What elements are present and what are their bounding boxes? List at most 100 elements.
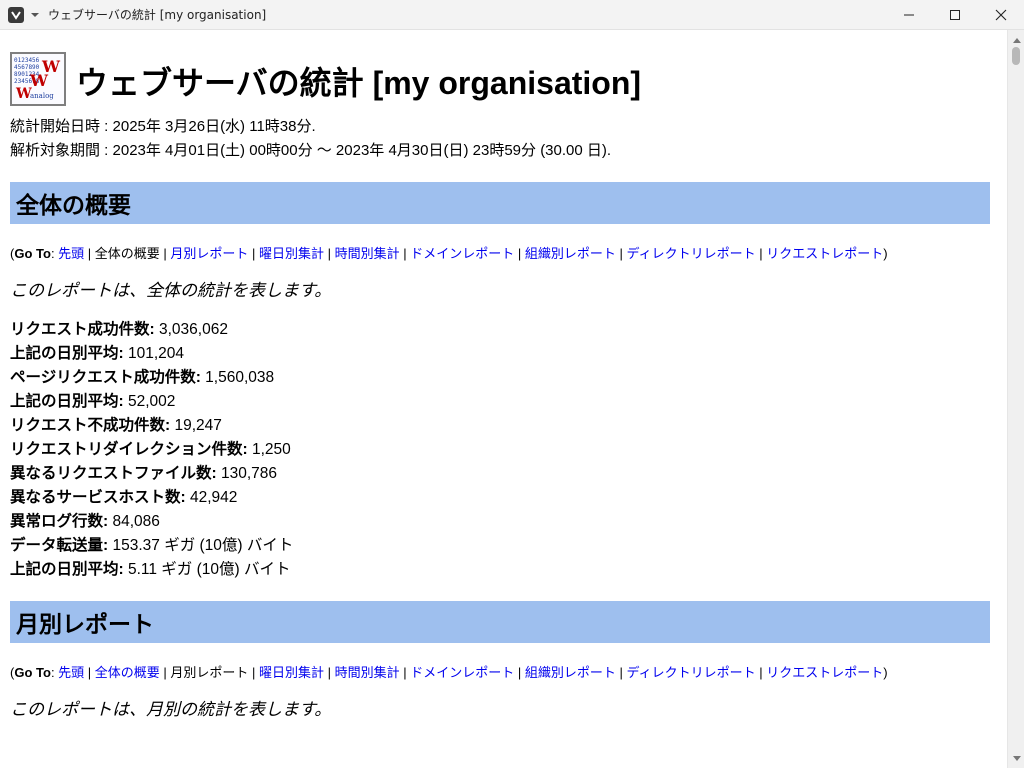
- stat-row: 異なるサービスホスト数: 42,942: [10, 486, 990, 510]
- goto-link-8[interactable]: リクエストレポート: [766, 665, 883, 680]
- chevron-down-icon[interactable]: [28, 8, 42, 22]
- goto-separator: |: [514, 246, 525, 261]
- goto-link-4[interactable]: 時間別集計: [335, 665, 400, 680]
- section-heading-monthly: 月別レポート: [10, 601, 990, 643]
- svg-text:0123456: 0123456: [14, 57, 40, 64]
- stat-row: 上記の日別平均: 101,204: [10, 342, 990, 366]
- goto-separator: |: [84, 665, 95, 680]
- stat-label: 異なるリクエストファイル数:: [10, 465, 217, 482]
- goto-link-8[interactable]: リクエストレポート: [766, 246, 883, 261]
- goto-link-1[interactable]: 全体の概要: [95, 665, 160, 680]
- stat-label: 異なるサービスホスト数:: [10, 489, 186, 506]
- goto-separator: |: [615, 246, 627, 261]
- generated-datetime: 統計開始日時 : 2025年 3月26日(水) 11時38分.: [10, 118, 316, 135]
- stat-label: 上記の日別平均:: [10, 561, 124, 578]
- stat-value: 52,002: [127, 393, 176, 410]
- goto-current-item: 全体の概要: [94, 246, 160, 261]
- section-description: このレポートは、月別の統計を表します。: [10, 700, 332, 719]
- window-title: ウェブサーバの統計 [my organisation]: [48, 8, 267, 22]
- goto-current-item: 月別レポート: [170, 665, 249, 680]
- svg-text:4567890: 4567890: [14, 64, 40, 71]
- stat-row: データ転送量: 153.37 ギガ (10億) バイト: [10, 534, 990, 558]
- page-title: ウェブサーバの統計 [my organisation]: [76, 65, 642, 101]
- minimize-button[interactable]: [886, 0, 932, 30]
- close-icon: [995, 9, 1007, 21]
- vivaldi-icon[interactable]: [8, 6, 24, 23]
- scroll-up-icon[interactable]: [1008, 32, 1024, 48]
- goto-link-2[interactable]: 月別レポート: [170, 246, 248, 261]
- stat-label: リクエスト成功件数:: [10, 321, 155, 338]
- goto-link-5[interactable]: ドメインレポート: [410, 246, 514, 261]
- stat-label: データ転送量:: [10, 537, 109, 554]
- goto-separator: |: [159, 246, 171, 261]
- goto-paren-close: ): [883, 246, 888, 261]
- goto-label: Go To: [14, 665, 51, 680]
- stat-label: ページリクエスト成功件数:: [10, 369, 201, 386]
- goto-link-7[interactable]: ディレクトリレポート: [627, 665, 756, 680]
- stat-value: 3,036,062: [158, 321, 228, 338]
- stat-value: 42,942: [189, 489, 238, 506]
- window-titlebar[interactable]: ウェブサーバの統計 [my organisation]: [0, 0, 1024, 30]
- goto-separator: |: [248, 246, 260, 261]
- stat-row: リクエスト不成功件数: 19,247: [10, 414, 990, 438]
- goto-paren-close: ): [883, 665, 888, 680]
- goto-nav: (Go To: 先頭 | 全体の概要 | 月別レポート | 曜日別集計 | 時間…: [10, 243, 990, 265]
- stat-label: 上記の日別平均:: [10, 393, 124, 410]
- goto-separator: |: [248, 665, 260, 680]
- stat-row: ページリクエスト成功件数: 1,560,038: [10, 366, 990, 390]
- page-content: 0123456 4567890 8901234 2345678 W W W an…: [0, 30, 1006, 768]
- stat-value: 5.11 ギガ (10億) バイト: [127, 561, 291, 578]
- svg-text:W: W: [29, 71, 49, 90]
- close-button[interactable]: [978, 0, 1024, 30]
- goto-link-3[interactable]: 曜日別集計: [259, 665, 324, 680]
- stat-value: 1,250: [251, 441, 291, 458]
- stat-value: 1,560,038: [205, 369, 275, 386]
- section-description: このレポートは、全体の統計を表します。: [10, 281, 332, 300]
- goto-separator: |: [755, 665, 767, 680]
- vertical-scrollbar[interactable]: [1007, 30, 1024, 768]
- maximize-icon: [950, 10, 960, 20]
- stat-value: 101,204: [127, 345, 185, 362]
- goto-separator: |: [84, 246, 95, 261]
- goto-separator: |: [399, 665, 411, 680]
- svg-text:analog: analog: [30, 92, 54, 100]
- stat-value: 130,786: [220, 465, 278, 482]
- goto-nav: (Go To: 先頭 | 全体の概要 | 月別レポート | 曜日別集計 | 時間…: [10, 662, 990, 684]
- stat-label: リクエストリダイレクション件数:: [10, 441, 248, 458]
- scroll-down-icon[interactable]: [1008, 750, 1024, 766]
- goto-separator: |: [399, 246, 411, 261]
- goto-link-0[interactable]: 先頭: [58, 246, 84, 261]
- report-meta: 統計開始日時 : 2025年 3月26日(水) 11時38分. 解析対象期間 :…: [10, 115, 990, 163]
- stat-value: 84,086: [112, 513, 160, 530]
- stat-value: 153.37 ギガ (10億) バイト: [112, 537, 294, 554]
- goto-separator: |: [324, 246, 335, 261]
- general-stats: リクエスト成功件数: 3,036,062 上記の日別平均: 101,204 ページリ…: [10, 318, 990, 582]
- stat-row: リクエストリダイレクション件数: 1,250: [10, 438, 990, 462]
- goto-link-0[interactable]: 先頭: [58, 665, 84, 680]
- stat-label: リクエスト不成功件数:: [10, 417, 171, 434]
- section-heading-general: 全体の概要: [10, 182, 990, 224]
- goto-separator: |: [755, 246, 767, 261]
- goto-link-5[interactable]: ドメインレポート: [410, 665, 514, 680]
- goto-link-3[interactable]: 曜日別集計: [259, 246, 324, 261]
- scrollbar-thumb[interactable]: [1012, 47, 1020, 65]
- goto-separator: |: [159, 665, 171, 680]
- stat-row: リクエスト成功件数: 3,036,062: [10, 318, 990, 342]
- stat-value: 19,247: [174, 417, 222, 434]
- goto-link-6[interactable]: 組織別レポート: [525, 246, 616, 261]
- goto-separator: |: [324, 665, 335, 680]
- minimize-icon: [904, 14, 914, 16]
- stat-row: 上記の日別平均: 52,002: [10, 390, 990, 414]
- analog-logo: 0123456 4567890 8901234 2345678 W W W an…: [10, 52, 66, 106]
- goto-link-6[interactable]: 組織別レポート: [525, 665, 616, 680]
- goto-label: Go To: [14, 246, 51, 261]
- stat-label: 上記の日別平均:: [10, 345, 124, 362]
- stat-row: 異常ログ行数: 84,086: [10, 510, 990, 534]
- goto-link-4[interactable]: 時間別集計: [335, 246, 400, 261]
- maximize-button[interactable]: [932, 0, 978, 30]
- goto-separator: |: [615, 665, 627, 680]
- stat-row: 上記の日別平均: 5.11 ギガ (10億) バイト: [10, 558, 990, 582]
- goto-link-7[interactable]: ディレクトリレポート: [627, 246, 756, 261]
- stat-row: 異なるリクエストファイル数: 130,786: [10, 462, 990, 486]
- stat-label: 異常ログ行数:: [10, 513, 109, 530]
